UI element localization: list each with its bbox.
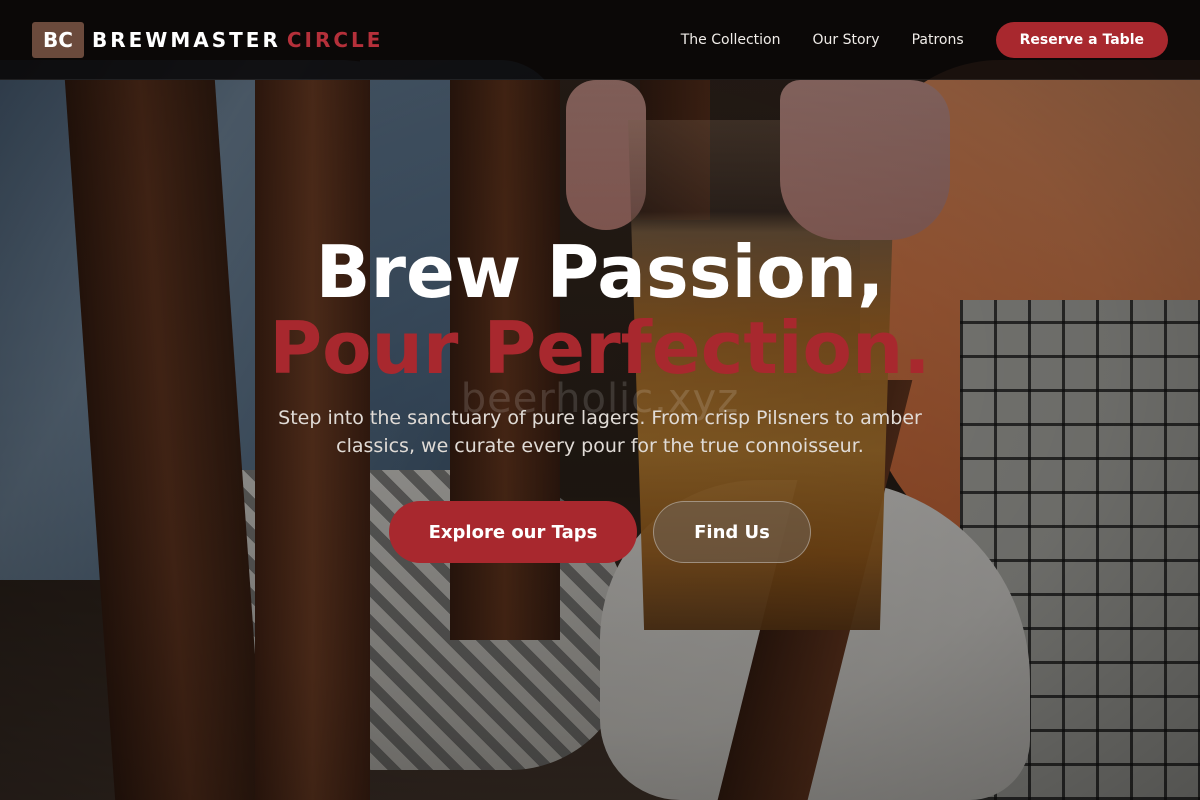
hero-section: beerholic.xyz Brew Passion, Pour Perfect… <box>0 80 1200 800</box>
logo-badge: BC <box>32 21 84 58</box>
find-us-button[interactable]: Find Us <box>653 501 811 563</box>
nav-links: The Collection Our Story Patrons Reserve… <box>649 21 1168 58</box>
hero-buttons: Explore our Taps Find Us <box>0 501 1200 563</box>
nav-link-the-collection[interactable]: The Collection <box>681 32 781 48</box>
brand-name-accent: CIRCLE <box>286 27 384 52</box>
nav-link-patrons[interactable]: Patrons <box>912 32 964 48</box>
brand-logo[interactable]: BC BREWMASTER CIRCLE <box>32 21 383 58</box>
brand-name: BREWMASTER CIRCLE <box>92 28 383 52</box>
brand-name-primary: BREWMASTER <box>92 27 281 52</box>
hero-title: Brew Passion, <box>315 230 885 314</box>
hero-subtitle: Step into the sanctuary of pure lagers. … <box>278 407 922 457</box>
nav-link-our-story[interactable]: Our Story <box>813 32 880 48</box>
reserve-table-button[interactable]: Reserve a Table <box>995 21 1168 58</box>
navbar: BC BREWMASTER CIRCLE The Collection Our S… <box>0 0 1200 80</box>
hero-title-accent: Pour Perfection. <box>269 306 931 390</box>
explore-taps-button[interactable]: Explore our Taps <box>389 501 637 563</box>
